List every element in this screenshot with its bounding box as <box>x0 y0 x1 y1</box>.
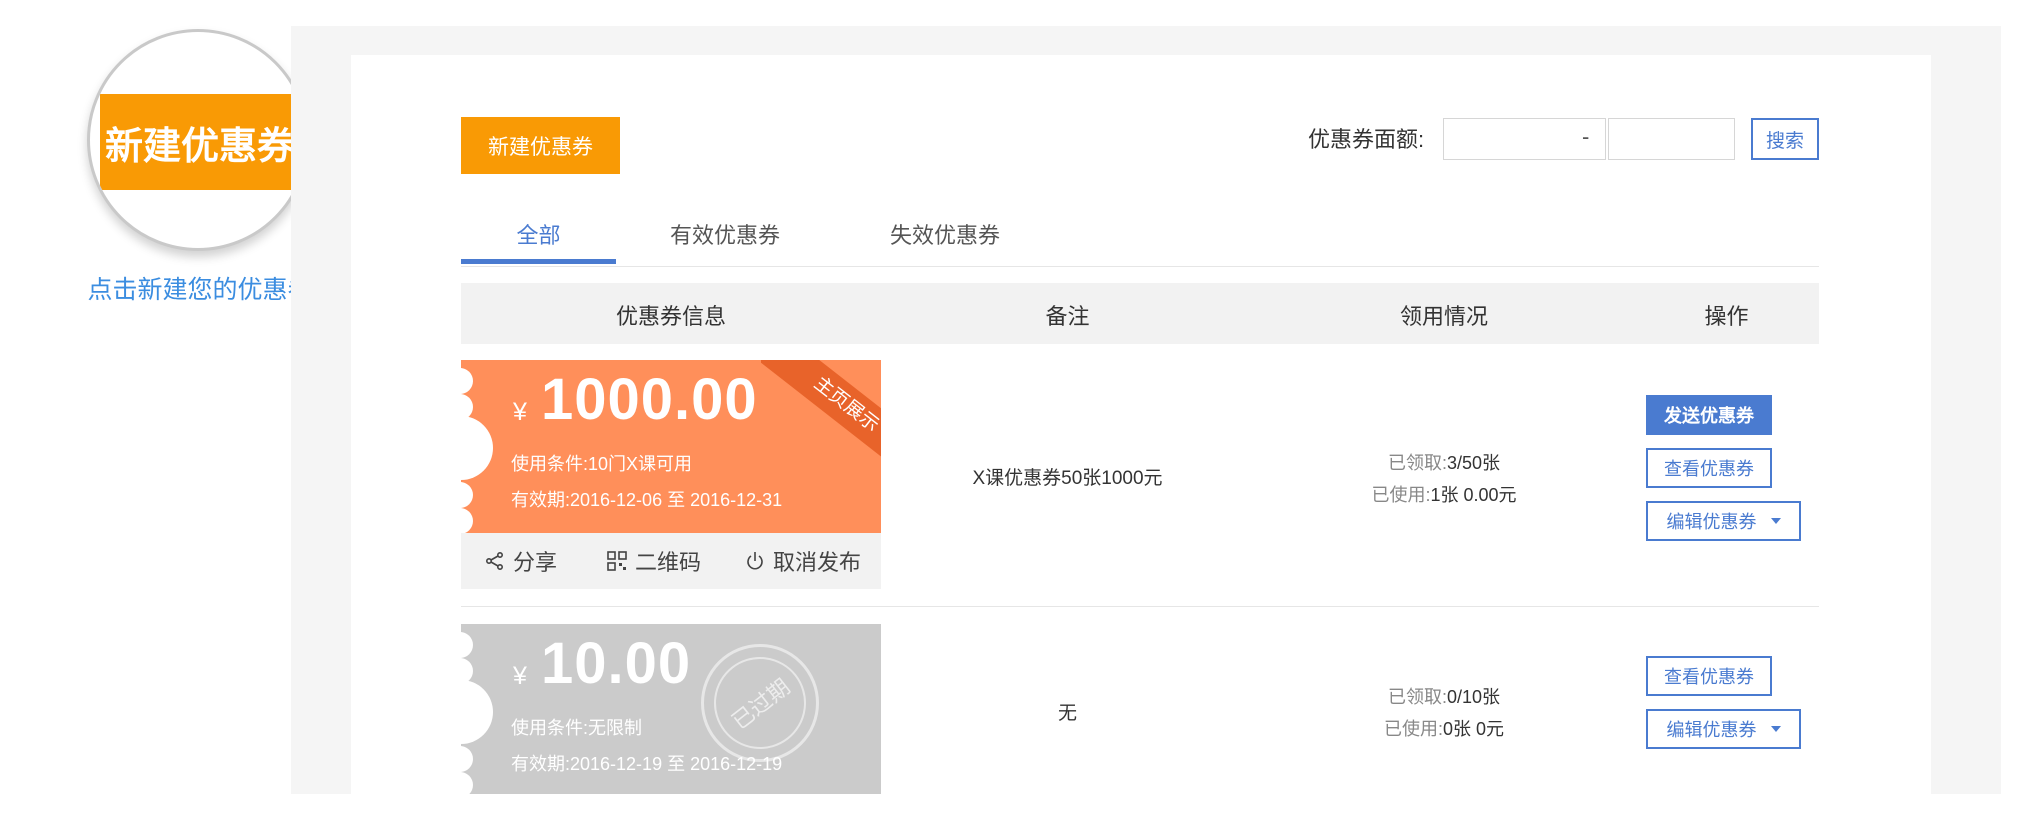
used-label: 已使用: <box>1371 485 1431 505</box>
caret-down-icon <box>1770 518 1781 524</box>
currency-symbol: ¥ <box>513 398 527 426</box>
claimed-value: 0/10张 <box>1446 687 1501 707</box>
lens-new-coupon-label: 新建优惠券 <box>100 94 300 190</box>
edit-coupon-label: 编辑优惠券 <box>1666 512 1757 532</box>
header-coupon-info: 优惠券信息 <box>615 304 726 329</box>
homepage-ribbon: 主页展示 <box>761 360 881 480</box>
view-coupon-button[interactable]: 查看优惠券 <box>1646 448 1772 488</box>
magnifier-callout: 新建优惠券 <box>87 29 309 251</box>
send-coupon-button[interactable]: 发送优惠券 <box>1646 395 1772 435</box>
qrcode-action[interactable]: 二维码 <box>607 545 701 577</box>
coupon-condition: 使用条件:10门X课可用 <box>511 454 693 474</box>
row-divider <box>461 606 1819 607</box>
claimed-label: 已领取: <box>1387 687 1447 707</box>
share-action[interactable]: 分享 <box>485 545 557 577</box>
tab-divider <box>461 266 1819 267</box>
claimed-label: 已领取: <box>1387 453 1447 473</box>
tab-valid-coupons[interactable]: 有效优惠券 <box>650 218 800 250</box>
coupon-note: 无 <box>1057 703 1077 724</box>
amount-max-input[interactable] <box>1608 118 1735 160</box>
range-dash: - <box>1582 124 1590 149</box>
amount-filter-label: 优惠券面额: <box>1308 127 1425 152</box>
search-button[interactable]: 搜索 <box>1751 118 1819 160</box>
unpublish-label: 取消发布 <box>773 550 862 575</box>
claimed-value: 3/50张 <box>1446 453 1501 473</box>
edit-coupon-label: 编辑优惠券 <box>1666 720 1757 740</box>
claimed-status: 已领取:3/50张 <box>1254 449 1634 475</box>
header-operations: 操作 <box>1704 304 1749 329</box>
used-status: 已使用:0张 0元 <box>1254 715 1634 741</box>
qrcode-icon <box>607 551 627 571</box>
used-label: 已使用: <box>1383 719 1443 739</box>
ribbon-label: 主页展示 <box>761 360 881 480</box>
coupon-amount: 10.00 <box>541 631 692 696</box>
header-note: 备注 <box>1045 304 1090 329</box>
new-coupon-button[interactable]: 新建优惠券 <box>461 117 620 174</box>
coupon-card-expired: ¥ 10.00 使用条件:无限制 有效期:2016-12-19 至 2016-1… <box>461 624 881 794</box>
caret-down-icon <box>1770 726 1781 732</box>
header-claim-status: 领用情况 <box>1399 304 1488 329</box>
active-tab-indicator <box>461 259 616 264</box>
tab-invalid-coupons[interactable]: 失效优惠券 <box>870 218 1020 250</box>
power-icon <box>747 552 763 570</box>
used-value: 0张 0元 <box>1442 719 1505 739</box>
used-status: 已使用:1张 0.00元 <box>1254 481 1634 507</box>
coupon-card-active: ¥ 1000.00 使用条件:10门X课可用 有效期:2016-12-06 至 … <box>461 360 881 533</box>
tab-all[interactable]: 全部 <box>461 218 616 250</box>
currency-symbol: ¥ <box>513 662 527 690</box>
coupon-validity: 有效期:2016-12-06 至 2016-12-31 <box>511 490 783 510</box>
qrcode-label: 二维码 <box>635 550 702 575</box>
coupon-actions-bar: 分享 二维码 取消发布 <box>461 533 881 589</box>
share-label: 分享 <box>513 550 558 575</box>
expired-stamp-label: 已过期 <box>695 638 825 768</box>
expired-stamp: 已过期 <box>695 638 825 768</box>
claimed-status: 已领取:0/10张 <box>1254 683 1634 709</box>
edit-coupon-dropdown[interactable]: 编辑优惠券 <box>1646 501 1801 541</box>
share-icon <box>485 551 504 571</box>
unpublish-action[interactable]: 取消发布 <box>745 545 861 577</box>
edit-coupon-dropdown[interactable]: 编辑优惠券 <box>1646 709 1801 749</box>
coupon-condition: 使用条件:无限制 <box>511 718 643 738</box>
used-value: 1张 0.00元 <box>1430 485 1517 505</box>
view-coupon-button[interactable]: 查看优惠券 <box>1646 656 1772 696</box>
coupon-note: X课优惠券50张1000元 <box>972 468 1163 489</box>
coupon-amount: 1000.00 <box>541 367 758 432</box>
